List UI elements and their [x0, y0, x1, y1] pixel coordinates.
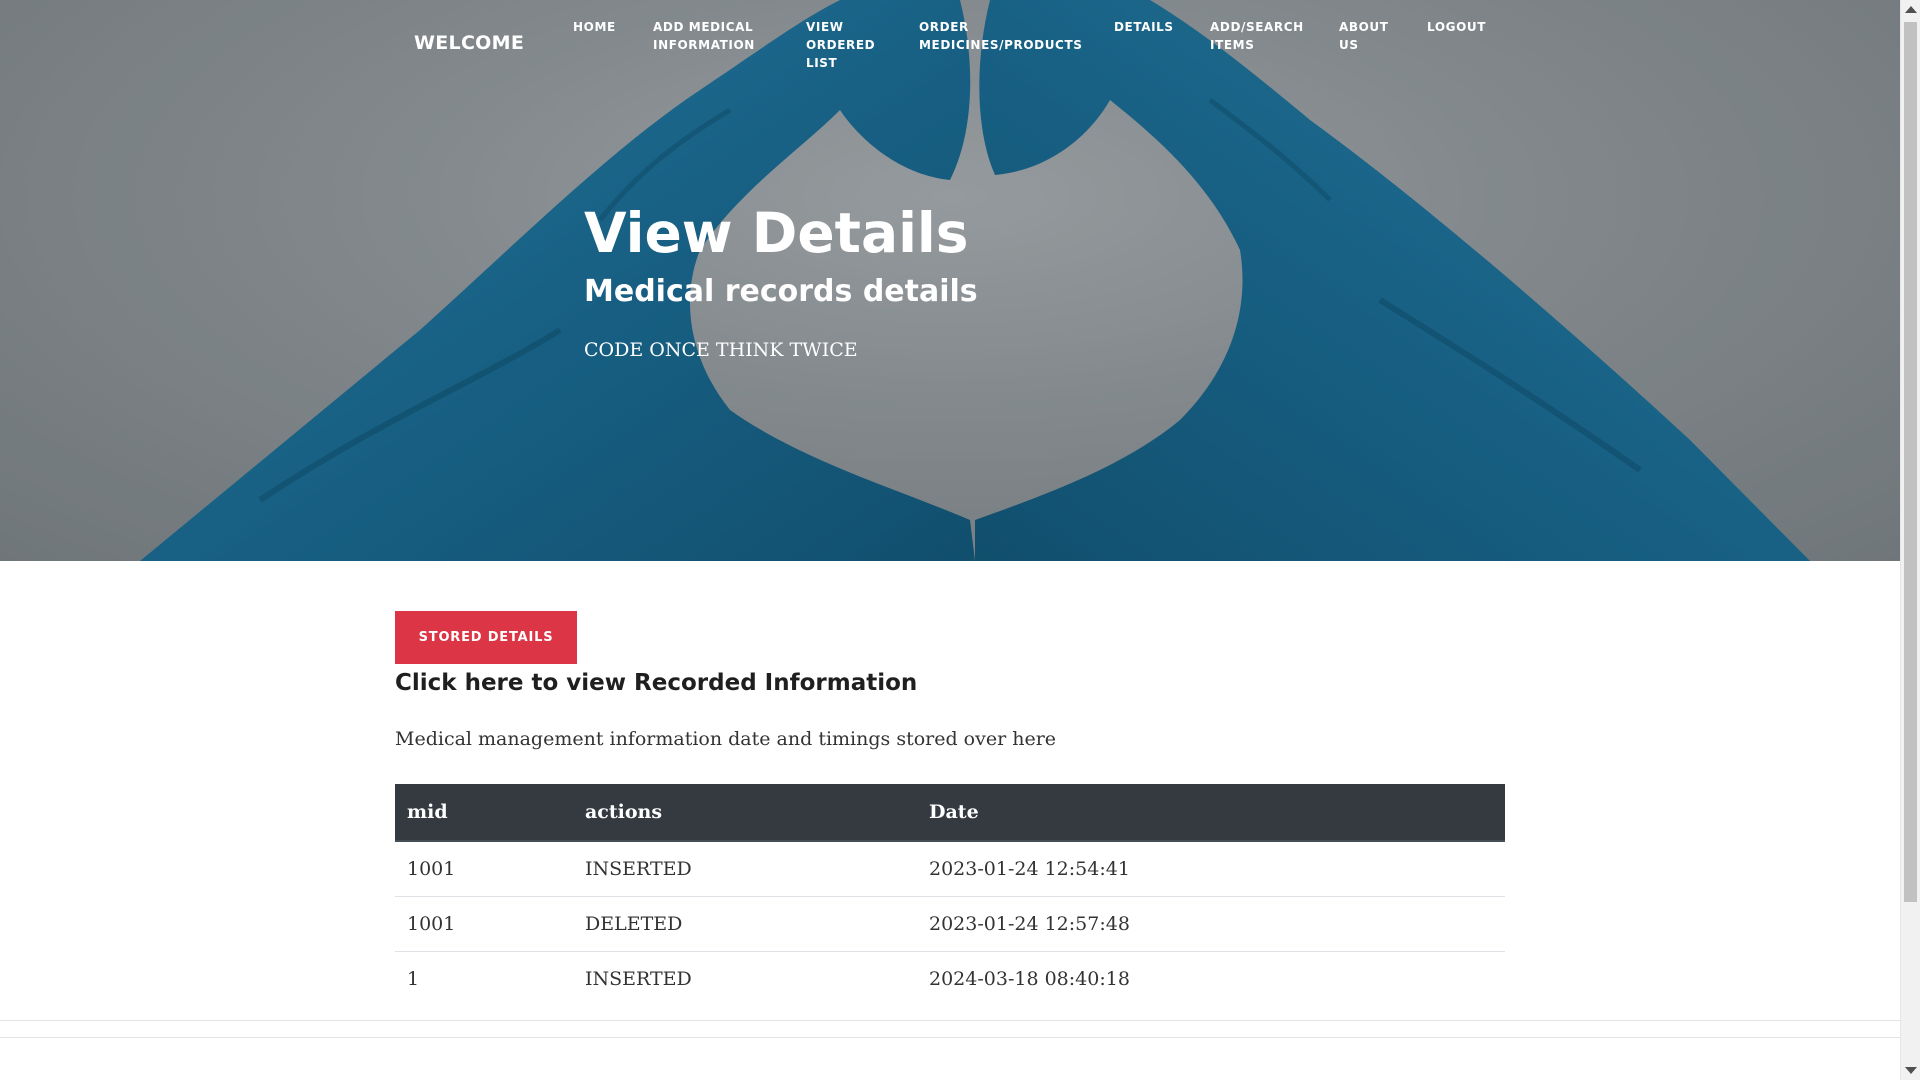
cell-date: 2023-01-24 12:54:41 [917, 840, 1505, 896]
page-subtitle: Medical records details [584, 274, 978, 309]
nav-item-add-search-items[interactable]: ADD/SEARCH ITEMS [1210, 18, 1315, 54]
footer-divider [0, 1020, 1900, 1021]
main-content: STORED DETAILS Click here to view Record… [395, 611, 1505, 1006]
cell-mid: 1001 [395, 895, 573, 951]
cell-action: INSERTED [573, 840, 917, 896]
page: WELCOME HOME ADD MEDICAL INFORMATION VIE… [0, 0, 1920, 1080]
table-body: 1001 INSERTED 2023-01-24 12:54:41 1001 D… [395, 840, 1505, 1006]
column-header-mid: mid [395, 784, 573, 842]
table-row: 1 INSERTED 2024-03-18 08:40:18 [395, 950, 1505, 1006]
page-title: View Details [584, 201, 969, 265]
top-navbar: WELCOME HOME ADD MEDICAL INFORMATION VIE… [0, 0, 1900, 80]
nav-item-logout[interactable]: LOGOUT [1427, 18, 1507, 36]
nav-item-details[interactable]: DETAILS [1114, 18, 1184, 36]
cell-date: 2023-01-24 12:57:48 [917, 895, 1505, 951]
cell-action: DELETED [573, 895, 917, 951]
footer-divider-2 [0, 1037, 1900, 1038]
scroll-down-icon[interactable] [1905, 1067, 1917, 1074]
stored-details-button[interactable]: STORED DETAILS [395, 611, 577, 664]
scrollbar-thumb[interactable] [1904, 22, 1917, 902]
section-heading: Click here to view Recorded Information [395, 670, 918, 696]
nav-item-home[interactable]: HOME [573, 18, 633, 36]
brand-welcome[interactable]: WELCOME [414, 32, 524, 54]
scroll-up-icon[interactable] [1905, 6, 1917, 13]
nav-item-order-medicines-products[interactable]: ORDER MEDICINES/PRODUCTS [919, 18, 1099, 54]
cell-mid: 1 [395, 950, 573, 1006]
nav-item-add-medical-information[interactable]: ADD MEDICAL INFORMATION [653, 18, 773, 54]
table-header: mid actions Date [395, 784, 1505, 842]
table-header-row: mid actions Date [395, 784, 1505, 842]
cell-mid: 1001 [395, 840, 573, 896]
section-description: Medical management information date and … [395, 728, 1057, 750]
table-row: 1001 INSERTED 2023-01-24 12:54:41 [395, 840, 1505, 896]
hero-banner: WELCOME HOME ADD MEDICAL INFORMATION VIE… [0, 0, 1900, 561]
nav-item-about-us[interactable]: ABOUT US [1339, 18, 1399, 54]
cell-date: 2024-03-18 08:40:18 [917, 950, 1505, 1006]
table-row: 1001 DELETED 2023-01-24 12:57:48 [395, 895, 1505, 951]
column-header-date: Date [917, 784, 1505, 842]
nav-item-view-ordered-list[interactable]: VIEW ORDERED LIST [806, 18, 881, 72]
hero-tagline: CODE ONCE THINK TWICE [584, 339, 858, 361]
records-table: mid actions Date 1001 INSERTED 2023-01-2… [395, 784, 1505, 1006]
page-scrollbar[interactable] [1900, 0, 1920, 1080]
cell-action: INSERTED [573, 950, 917, 1006]
column-header-actions: actions [573, 784, 917, 842]
